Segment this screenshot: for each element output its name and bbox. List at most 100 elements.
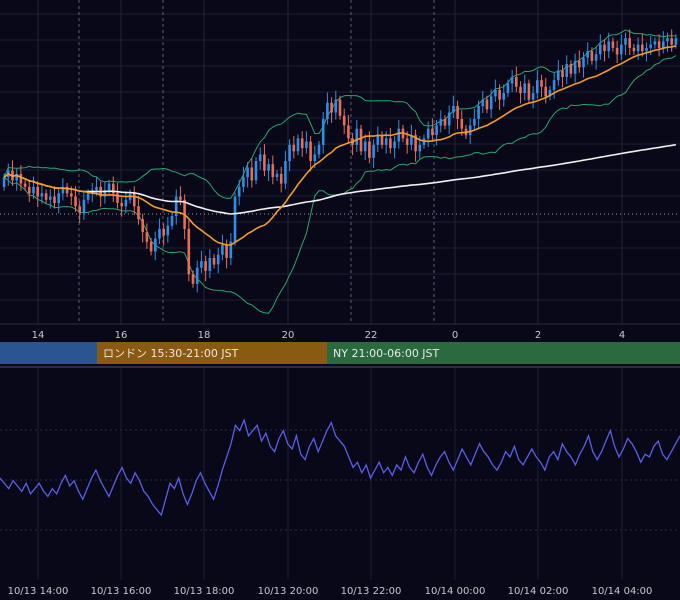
candle-body <box>544 86 547 97</box>
candle-body <box>426 128 430 139</box>
candle-body <box>78 206 81 213</box>
candle-body <box>569 64 573 74</box>
candle-body <box>439 119 443 126</box>
session-bar: ロンドン 15:30-21:00 JST NY 21:00-06:00 JST <box>0 342 680 364</box>
session-2: NY 21:00-06:00 JST <box>327 342 680 364</box>
chart-area: 14 16 18 20 22 0 2 4 ロンドン 15:30-21:00 JST NY 21:… <box>0 0 680 600</box>
candle <box>233 192 237 246</box>
candle-body <box>19 173 23 184</box>
candle-body <box>628 38 631 48</box>
candle-body <box>435 125 438 136</box>
candle-body <box>305 141 308 149</box>
candle-body <box>116 193 119 203</box>
candle-body <box>468 125 472 136</box>
candle-body <box>565 64 568 77</box>
candle-body <box>662 41 665 48</box>
candle-body <box>481 99 485 107</box>
main-tick-label: 20 <box>282 330 295 341</box>
candle-body <box>145 232 149 242</box>
main-tick-label: 16 <box>115 330 128 341</box>
candle-body <box>158 228 161 239</box>
candle-body <box>431 128 434 136</box>
candle-body <box>502 93 505 100</box>
session-1: ロンドン 15:30-21:00 JST <box>97 342 327 364</box>
candle-body <box>338 99 342 116</box>
candle-body <box>359 128 363 152</box>
candle-body <box>246 167 249 178</box>
candle-body <box>200 261 203 268</box>
candle-body <box>666 38 669 42</box>
candle-body <box>397 128 401 142</box>
candle-body <box>460 119 464 129</box>
candle-body <box>611 41 615 48</box>
candle-body <box>372 144 375 158</box>
candle-body <box>473 119 476 126</box>
candle-body <box>284 161 287 184</box>
candle-body <box>309 141 312 161</box>
candle-body <box>82 199 86 213</box>
candle-body <box>334 99 338 113</box>
candle-body <box>670 38 673 45</box>
candle-body <box>447 112 451 126</box>
candle <box>254 157 258 185</box>
candle-body <box>561 70 564 77</box>
candle-body <box>632 47 636 52</box>
candle-body <box>237 186 241 197</box>
candle-body <box>607 41 610 52</box>
candle-body <box>326 102 329 119</box>
candle-body <box>263 154 266 171</box>
main-tick-label: 22 <box>365 330 378 341</box>
candle-body <box>557 70 560 81</box>
candle-body <box>540 80 543 87</box>
candle-body <box>636 44 640 52</box>
candle-body <box>288 144 291 161</box>
candle-body <box>212 258 216 265</box>
candle-body <box>36 186 39 197</box>
candle-body <box>53 196 56 204</box>
candle-body <box>296 138 300 152</box>
session-label: NY 21:00-06:00 JST <box>333 347 440 360</box>
candle-body <box>418 144 422 152</box>
candle-body <box>49 196 52 200</box>
candle-body <box>57 193 60 203</box>
candle-body <box>342 115 346 126</box>
candle-body <box>603 44 606 52</box>
candle-body <box>95 186 98 191</box>
candle-body <box>254 161 258 181</box>
candle-body <box>107 183 111 191</box>
candle-body <box>393 141 396 149</box>
candle-body <box>28 186 31 194</box>
osc-tick-label: 10/14 04:00 <box>592 586 653 597</box>
osc-tick-label: 10/13 16:00 <box>91 586 152 597</box>
candle-body <box>279 173 283 184</box>
candle-body <box>645 47 648 52</box>
candle-body <box>489 96 493 110</box>
osc-tick-label: 10/14 00:00 <box>425 586 486 597</box>
candle-body <box>355 128 359 145</box>
candle-body <box>494 89 497 97</box>
candle-body <box>166 225 170 236</box>
osc-tick-label: 10/13 22:00 <box>341 586 402 597</box>
candle-body <box>225 245 228 258</box>
osc-tick-label: 10/13 14:00 <box>8 586 69 597</box>
candle-body <box>657 41 661 48</box>
candle-body <box>452 106 455 113</box>
candle-body <box>242 177 245 187</box>
session-block <box>0 342 97 364</box>
candle-body <box>133 193 136 207</box>
candle-body <box>2 177 6 187</box>
candle-body <box>376 135 380 145</box>
candle-body <box>620 44 623 55</box>
candle-body <box>321 119 325 145</box>
candle-body <box>154 238 157 252</box>
main-tick-label: 0 <box>452 330 458 341</box>
candle-body <box>233 196 237 242</box>
candle-body <box>641 44 644 52</box>
candle-body <box>456 106 459 119</box>
candle-body <box>187 228 191 275</box>
candle-body <box>523 83 526 94</box>
candle-body <box>590 51 594 61</box>
osc-tick-label: 10/13 20:00 <box>258 586 319 597</box>
candle-body <box>250 167 254 181</box>
candle-body <box>70 193 73 197</box>
